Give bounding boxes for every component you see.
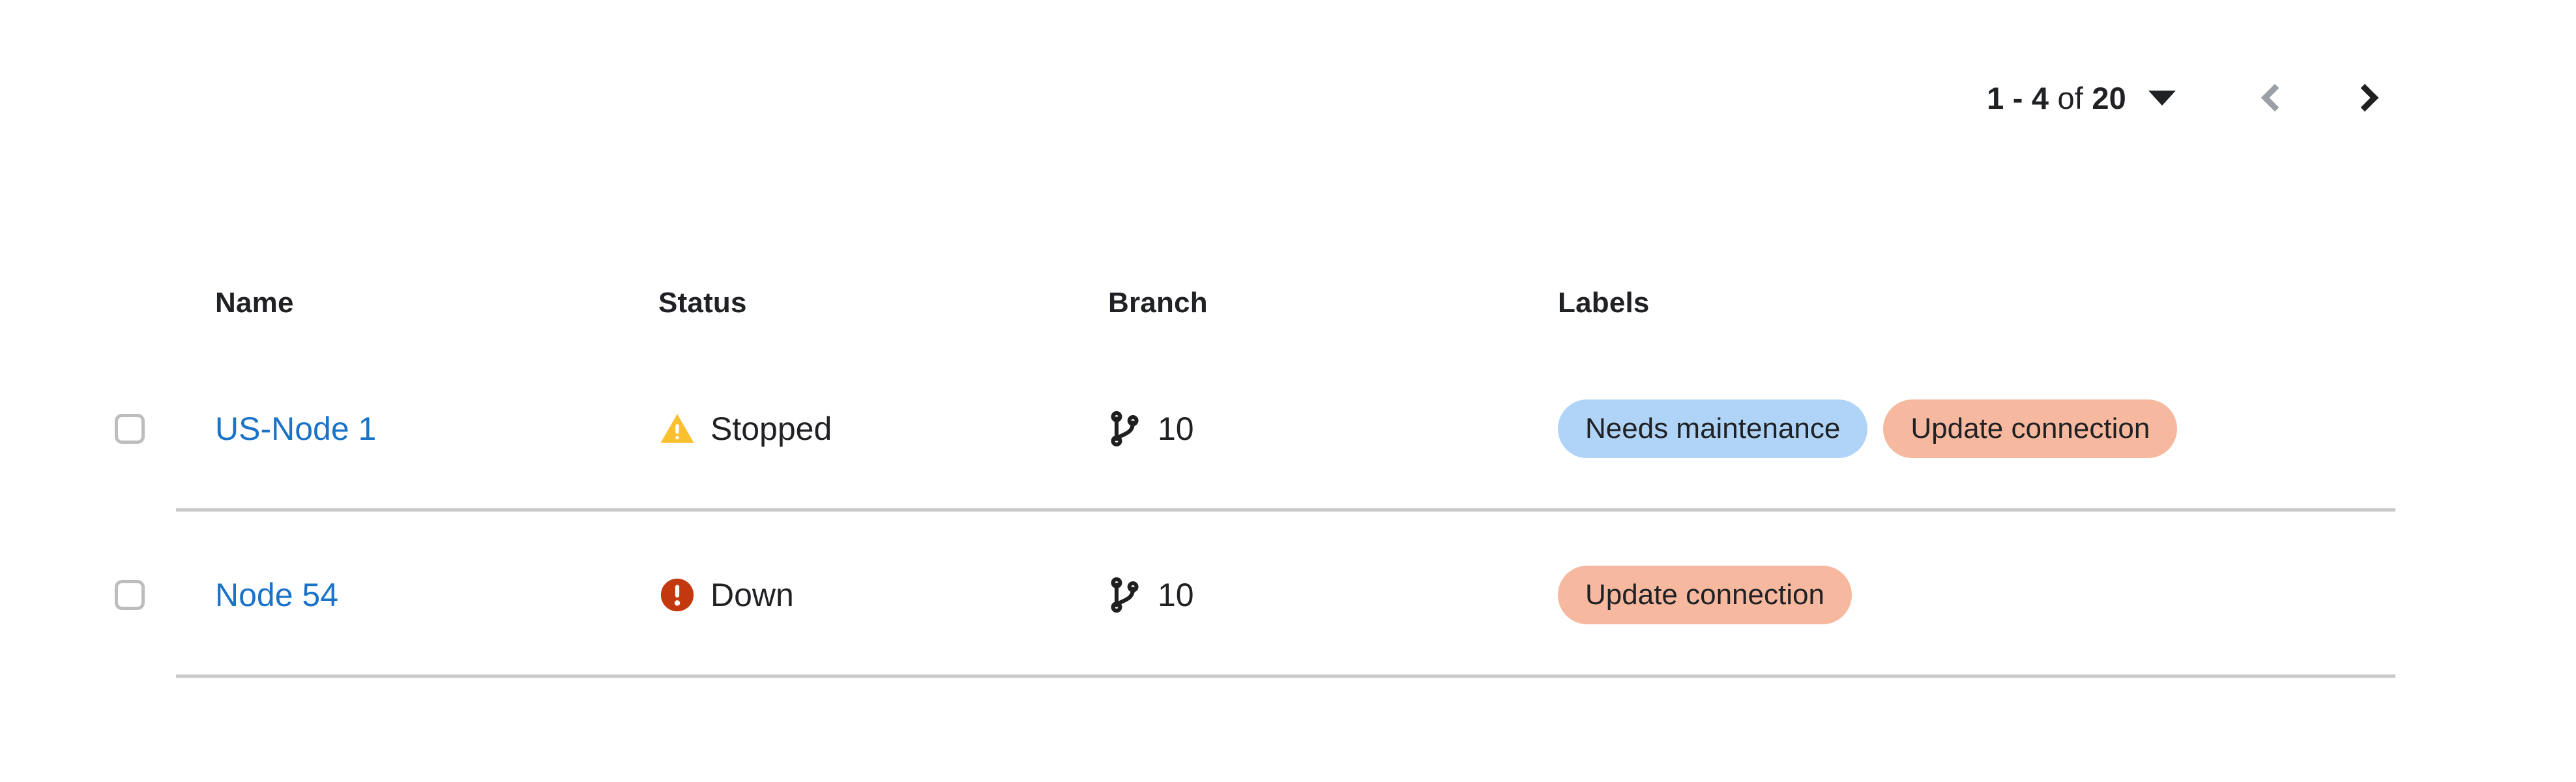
- row-divider: [176, 674, 2395, 678]
- row-status-cell: Stopped: [658, 410, 1108, 448]
- node-name-link[interactable]: US-Node 1: [215, 411, 376, 447]
- row-name-cell: Node 54: [215, 579, 658, 611]
- node-table-page: 1 - 4 of 20 Name Status Branch Labels US…: [0, 0, 2576, 782]
- label-chip[interactable]: Needs maintenance: [1558, 399, 1868, 458]
- pagination-prev-button[interactable]: [2241, 66, 2304, 129]
- row-checkbox[interactable]: [115, 413, 145, 444]
- table-header-row: Name Status Branch Labels: [0, 261, 2576, 345]
- column-header-name: Name: [215, 287, 294, 319]
- pagination-range-label: 1 - 4 of 20: [1987, 83, 2126, 113]
- nodes-table: Name Status Branch Labels US-Node 1 Stop…: [0, 261, 2576, 678]
- pagination-range-start: 1: [1987, 80, 2004, 115]
- chevron-down-icon[interactable]: [2148, 90, 2176, 106]
- status-label: Stopped: [710, 410, 832, 447]
- pagination-next-button[interactable]: [2336, 66, 2399, 129]
- branch-count: 10: [1158, 410, 1194, 447]
- pagination-of-label: of: [2049, 80, 2092, 115]
- table-row[interactable]: US-Node 1 Stopped 10 Needs maintenance U…: [0, 345, 2576, 512]
- status-label: Down: [710, 576, 794, 613]
- chevron-left-icon: [2261, 83, 2289, 112]
- git-branch-icon: [1111, 577, 1139, 613]
- table-toolbar: 1 - 4 of 20: [0, 0, 2576, 195]
- header-cell-branch[interactable]: Branch: [1108, 289, 1558, 317]
- error-circle-icon: [660, 578, 694, 611]
- branch-count: 10: [1158, 576, 1194, 613]
- column-header-labels: Labels: [1558, 287, 1650, 319]
- warning-triangle-icon: [660, 413, 694, 443]
- row-labels-cell: Needs maintenance Update connection: [1558, 399, 2576, 458]
- row-branch-cell: 10: [1108, 410, 1558, 448]
- pagination-range-separator: -: [2004, 80, 2032, 115]
- pagination-control: 1 - 4 of 20: [1987, 66, 2399, 129]
- header-cell-status[interactable]: Status: [658, 289, 1108, 317]
- label-chip[interactable]: Update connection: [1883, 399, 2178, 458]
- pagination-total: 20: [2092, 80, 2126, 115]
- row-select-cell: [0, 413, 215, 444]
- pagination-range-end: 4: [2031, 80, 2049, 115]
- column-header-status: Status: [658, 287, 747, 319]
- header-cell-name[interactable]: Name: [215, 289, 658, 317]
- node-name-link[interactable]: Node 54: [215, 577, 338, 613]
- git-branch-icon: [1111, 411, 1139, 446]
- row-labels-cell: Update connection: [1558, 565, 2576, 624]
- table-row[interactable]: Node 54 Down 10 Update connection: [0, 512, 2576, 678]
- row-branch-cell: 10: [1108, 576, 1558, 614]
- row-checkbox[interactable]: [115, 579, 145, 610]
- column-header-branch: Branch: [1108, 287, 1208, 319]
- chevron-right-icon: [2350, 83, 2379, 112]
- row-select-cell: [0, 579, 215, 610]
- row-name-cell: US-Node 1: [215, 413, 658, 445]
- header-cell-labels[interactable]: Labels: [1558, 289, 2576, 317]
- row-status-cell: Down: [658, 576, 1108, 614]
- label-chip[interactable]: Update connection: [1558, 565, 1852, 624]
